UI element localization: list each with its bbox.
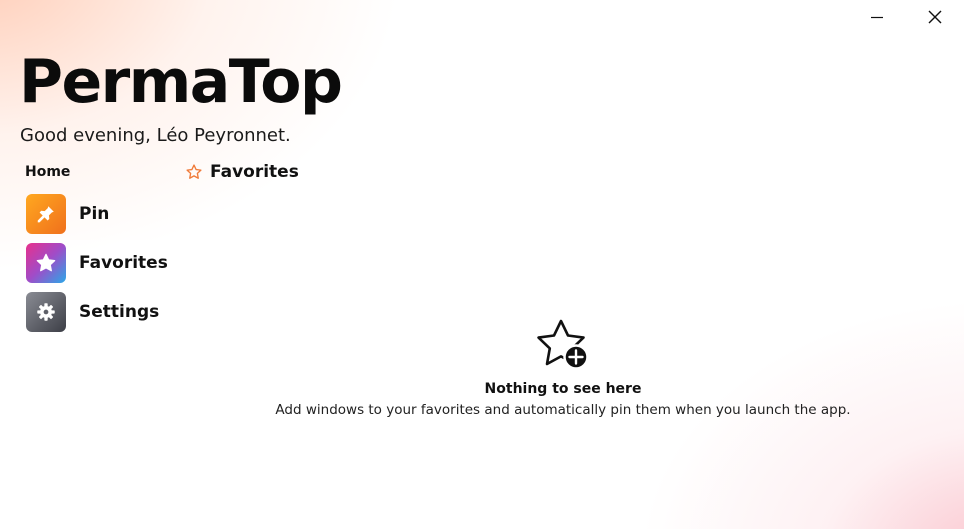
- gear-icon: [26, 291, 66, 332]
- sidebar-item-label: Settings: [79, 301, 160, 322]
- empty-state-title: Nothing to see here: [484, 381, 642, 397]
- sidebar-heading: Home: [25, 164, 71, 180]
- app-title: PermaTop: [19, 47, 343, 117]
- window-controls: [848, 0, 964, 34]
- close-icon: [928, 10, 942, 24]
- close-button[interactable]: [906, 0, 964, 34]
- section-title: Favorites: [210, 162, 299, 182]
- minimize-button[interactable]: [848, 0, 906, 34]
- greeting-text: Good evening, Léo Peyronnet.: [20, 125, 291, 146]
- sidebar-item-settings[interactable]: Settings: [20, 289, 162, 334]
- minimize-icon: [871, 16, 883, 19]
- section-header: Favorites: [185, 162, 299, 182]
- sidebar-item-favorites[interactable]: Favorites: [20, 240, 168, 285]
- sidebar-nav: Pin Favorites Settings: [20, 191, 168, 338]
- empty-state-description: Add windows to your favorites and automa…: [275, 402, 851, 418]
- empty-state: Nothing to see here Add windows to your …: [220, 318, 906, 419]
- star-add-icon: [537, 319, 589, 370]
- pin-icon: [26, 193, 66, 234]
- sidebar-item-pin[interactable]: Pin: [20, 191, 162, 236]
- sidebar-item-label: Favorites: [79, 252, 168, 273]
- sidebar-item-label: Pin: [79, 203, 110, 224]
- star-outline-icon: [186, 164, 202, 179]
- star-icon: [26, 242, 66, 283]
